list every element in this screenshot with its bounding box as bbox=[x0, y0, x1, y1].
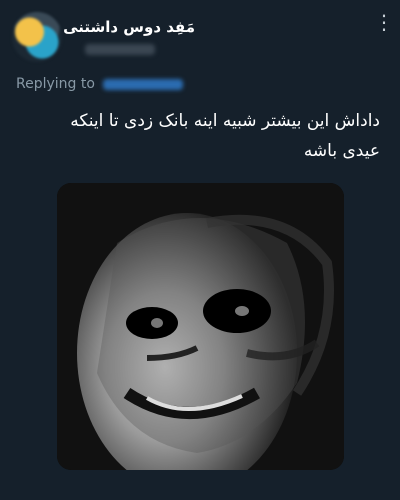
meme-image bbox=[57, 183, 344, 470]
tweet-text: داداش این بیشتر شبیه اینه بانک زدی تا ای… bbox=[70, 111, 380, 161]
tweet-media-image[interactable] bbox=[57, 183, 344, 470]
display-name[interactable]: مَفِد دوس داشتنی bbox=[63, 18, 195, 36]
tweet-header: مَفِد دوس داشتنی ⋮ bbox=[0, 0, 400, 70]
more-vertical-icon[interactable]: ⋮ bbox=[374, 12, 394, 42]
replying-to-line: Replying to bbox=[16, 76, 184, 92]
user-handle[interactable] bbox=[85, 44, 155, 55]
avatar[interactable] bbox=[12, 12, 62, 62]
replying-to-label: Replying to bbox=[16, 76, 95, 92]
reply-handle-link[interactable] bbox=[103, 78, 184, 90]
